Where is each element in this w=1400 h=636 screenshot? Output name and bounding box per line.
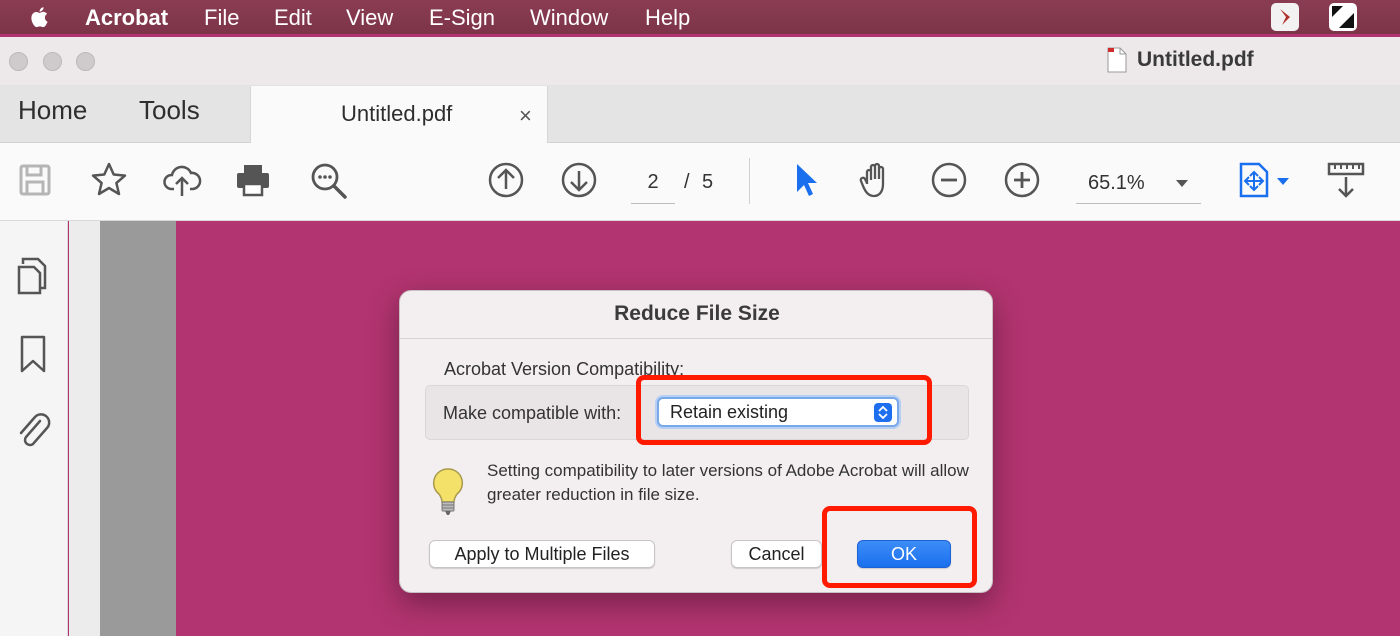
menu-esign[interactable]: E-Sign [429,5,495,31]
previous-page-icon[interactable] [486,160,526,200]
navigation-pane [0,221,68,636]
zoom-dropdown-icon [1176,180,1188,187]
zoom-level-select[interactable]: 65.1% [1076,168,1201,204]
cancel-button[interactable]: Cancel [731,540,822,568]
zoom-out-icon[interactable] [929,160,969,200]
make-compatible-label: Make compatible with: [443,403,622,423]
dialog-header: Reduce File Size [400,291,992,339]
hand-tool-icon[interactable] [856,160,896,200]
save-icon[interactable] [16,160,56,200]
window-title: Untitled.pdf [1137,48,1254,71]
tab-document-label: Untitled.pdf [341,101,453,126]
print-icon[interactable] [233,160,273,200]
compatibility-info-text: Setting compatibility to later versions … [487,461,969,504]
tab-close-icon[interactable]: × [519,103,532,129]
page-separator: / [684,171,690,193]
toolbar-divider [749,158,750,204]
apple-logo-icon[interactable] [26,4,54,30]
fit-page-icon[interactable] [1237,160,1293,200]
tab-document[interactable]: Untitled.pdf × [250,86,548,144]
menu-file[interactable]: File [204,5,239,31]
page-total: 5 [702,171,714,193]
document-margin [100,221,176,636]
scroll-gutter [69,221,100,636]
minimize-window-button[interactable] [43,52,62,71]
menu-window[interactable]: Window [530,5,608,31]
zoom-level-value: 65.1% [1088,172,1145,194]
attachments-icon[interactable] [14,409,52,451]
zoom-window-button[interactable] [76,52,95,71]
status-tray-icon[interactable] [1329,3,1357,31]
highlight-compatibility-select [636,375,932,445]
bookmarks-icon[interactable] [14,333,52,375]
menu-edit[interactable]: Edit [274,5,312,31]
menu-bar: Acrobat File Edit View E-Sign Window Hel… [0,0,1400,34]
lightbulb-icon [432,468,464,515]
highlight-ok-button [822,506,977,588]
menu-app-acrobat[interactable]: Acrobat [85,5,168,31]
select-pointer-icon[interactable] [786,160,826,200]
read-mode-icon[interactable] [1326,160,1366,200]
acrobat-tray-icon[interactable] [1271,3,1299,31]
tab-tools[interactable]: Tools [139,95,200,126]
zoom-in-icon[interactable] [1002,160,1042,200]
next-page-icon[interactable] [559,160,599,200]
bookmark-star-icon[interactable] [89,160,129,200]
page-thumbnails-icon[interactable] [14,255,52,297]
pdf-file-icon [1107,47,1127,73]
tab-home[interactable]: Home [18,95,87,126]
cloud-upload-icon[interactable] [162,160,202,200]
menu-help[interactable]: Help [645,5,690,31]
apply-to-multiple-files-button[interactable]: Apply to Multiple Files [429,540,655,568]
dialog-title: Reduce File Size [614,302,780,325]
search-icon[interactable] [308,160,348,200]
page-number-input[interactable]: 2 [631,168,675,204]
close-window-button[interactable] [9,52,28,71]
menu-view[interactable]: View [346,5,393,31]
tab-bar [0,85,1400,143]
